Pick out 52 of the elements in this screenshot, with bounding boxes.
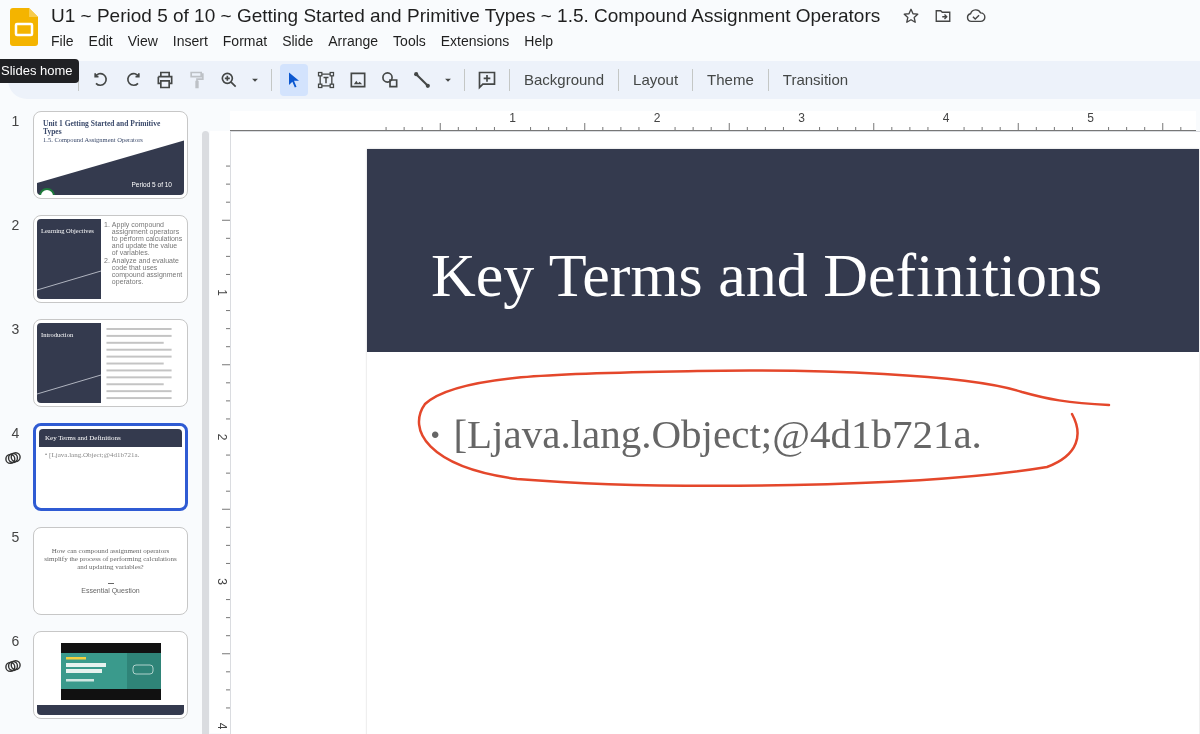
ruler-number: 3 [798,111,805,125]
toolbar-button[interactable]: Layout [627,65,685,95]
ruler-number: 2 [653,111,661,125]
slide-number: 3 [11,320,20,339]
menu-item[interactable]: Edit [81,30,120,53]
add-comment-icon [477,70,497,90]
slide-thumbnail[interactable] [33,631,188,719]
menu-item[interactable]: Insert [165,30,215,53]
slide-number: 2 [11,216,20,235]
cursor-button[interactable] [280,64,308,96]
diagonal-line [37,374,101,395]
folder-icon[interactable] [934,7,953,25]
menu-item[interactable]: Arrange [321,30,386,53]
zoom-icon [219,70,239,90]
document-title[interactable]: U1 ~ Period 5 of 10 ~ Getting Started and Primitive Types ~ 1.5. Compound Assignment Operators [51,1,881,31]
slide-title: Key Terms and Definitions [431,240,1103,311]
toolbar-button[interactable]: Background [518,65,611,95]
line-icon [412,70,432,90]
toolbar-button[interactable]: Theme [701,65,760,95]
star-icon[interactable] [902,7,921,25]
menu-item[interactable]: Extensions [433,30,517,53]
slide-number: 4 [11,424,20,443]
ruler-number: 2 [215,433,229,441]
menu-item[interactable]: Slide [275,30,321,53]
ruler-number: 1 [215,289,229,296]
slide-number: 1 [11,112,20,131]
tooltip: Slides home [0,59,79,83]
menu-item[interactable]: View [120,30,165,53]
ruler-number: 5 [1087,111,1094,125]
horizontal-ruler[interactable]: 1 2 3 4 5 [230,111,1196,131]
image-icon [348,70,368,90]
ruler-number: 4 [215,722,229,730]
print-icon [155,70,175,90]
menu-item[interactable]: Format [215,30,275,53]
toolbar-button[interactable]: Transition [776,65,855,95]
slide-number: 5 [11,528,20,547]
vertical-ruler[interactable]: 1 2 3 4 [210,131,230,733]
menu-item[interactable]: Tools [386,30,433,53]
ruler-number: 3 [215,578,229,585]
shapes-icon [380,70,400,90]
menu-item[interactable]: File [44,30,81,53]
cloud-check-icon[interactable] [966,7,987,25]
ruler-number: 4 [942,111,950,125]
diagonal-line [37,270,101,291]
bullet: • [431,419,440,450]
scrollbar[interactable] [202,131,209,734]
slide-text: [Ljava.lang.Object;@4d1b721a. [453,410,982,459]
text-box-icon [316,70,336,90]
ruler-number: 1 [509,111,516,125]
menu-item[interactable]: Help [517,30,561,53]
slide-number: 6 [11,632,20,651]
paint-roller-icon [187,70,207,90]
